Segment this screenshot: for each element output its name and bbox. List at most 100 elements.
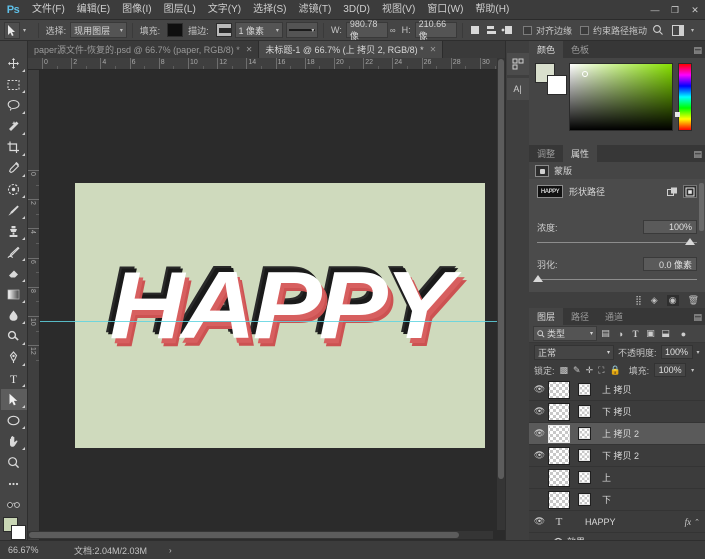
menu-filter[interactable]: 滤镜(T) (293, 0, 338, 20)
mask-thumbnail[interactable]: HAPPY (537, 185, 563, 198)
active-tool-icon[interactable] (4, 21, 20, 39)
document-tab-paper[interactable]: paper源文件-恢复的.psd @ 66.7% (paper, RGB/8) … (28, 41, 260, 58)
filter-adjustment-icon[interactable]: ◑ (614, 327, 627, 341)
canvas-stage[interactable]: HAPPY (40, 70, 505, 540)
type-tool[interactable]: T (1, 368, 27, 389)
move-tool[interactable] (1, 53, 27, 74)
zoom-tool[interactable] (1, 452, 27, 473)
path-selection-tool[interactable] (0, 389, 27, 410)
stroke-style-dropdown[interactable]: ▾ (285, 22, 319, 38)
layer-thumbnail[interactable] (548, 468, 570, 487)
layer-mask-thumbnail[interactable] (578, 471, 591, 484)
pen-tool[interactable] (1, 347, 27, 368)
text-layer-icon[interactable]: T (548, 512, 570, 531)
chevron-up-icon[interactable]: ⌃ (694, 518, 705, 526)
scroll-thumb[interactable] (498, 59, 504, 479)
blur-tool[interactable] (1, 305, 27, 326)
filter-smart-icon[interactable]: ⬓ (659, 327, 672, 341)
zoom-level[interactable]: 66.67% (4, 545, 66, 555)
width-input[interactable]: 980.78 像 (345, 19, 388, 41)
toggle-mask-icon[interactable]: ◉ (666, 294, 679, 306)
eraser-tool[interactable] (1, 263, 27, 284)
spot-healing-brush-tool[interactable] (1, 179, 27, 200)
lasso-tool[interactable] (1, 95, 27, 116)
dodge-tool[interactable] (1, 326, 27, 347)
scroll-thumb[interactable] (29, 532, 459, 538)
height-input[interactable]: 210.66 像 (414, 19, 457, 41)
color-background-swatch[interactable] (547, 75, 567, 95)
menu-file[interactable]: 文件(F) (26, 0, 71, 20)
table-row[interactable]: 👁 下 拷贝 2 (529, 445, 705, 467)
table-row[interactable]: 👁 下 拷贝 (529, 401, 705, 423)
history-brush-tool[interactable] (1, 242, 27, 263)
layer-mask-thumbnail[interactable] (578, 427, 591, 440)
clone-stamp-tool[interactable] (1, 221, 27, 242)
tab-swatches[interactable]: 色板 (563, 41, 598, 58)
close-button[interactable]: ✕ (685, 0, 705, 20)
document-tab-untitled[interactable]: 未标题-1 @ 66.7% (上 拷贝 2, RGB/8) * ✕ (259, 41, 444, 58)
path-operations-icon[interactable] (469, 22, 481, 39)
layer-effects-icon[interactable]: fx (685, 517, 695, 527)
layer-visibility-icon[interactable]: 👁 (531, 384, 548, 395)
feather-slider[interactable] (533, 275, 697, 285)
hue-slider[interactable] (675, 63, 692, 131)
panel-menu-icon[interactable]: ▤ (693, 149, 701, 160)
properties-scrollbar[interactable] (699, 183, 704, 287)
layer-mask-thumbnail[interactable] (578, 493, 591, 506)
status-caret-icon[interactable]: › (147, 546, 172, 555)
lock-transparency-icon[interactable]: ▩ (560, 365, 569, 376)
layer-mask-thumbnail[interactable] (578, 383, 591, 396)
eyedropper-tool[interactable] (1, 158, 27, 179)
tab-layers[interactable]: 图层 (529, 308, 564, 325)
character-panel-icon[interactable]: A| (506, 78, 529, 100)
crop-tool[interactable] (1, 137, 27, 158)
table-row[interactable]: 👁 上 拷贝 (529, 379, 705, 401)
pixel-mask-button[interactable] (665, 185, 679, 198)
ellipse-shape-tool[interactable] (1, 410, 27, 431)
menu-select[interactable]: 选择(S) (247, 0, 292, 20)
lock-all-icon[interactable]: 🔒 (609, 365, 620, 376)
constrain-path-checkbox[interactable]: 约束路径拖动 (580, 24, 647, 37)
close-icon[interactable]: ✕ (430, 45, 437, 54)
layer-thumbnail[interactable] (548, 402, 570, 421)
maximize-button[interactable]: ❐ (665, 0, 685, 20)
menu-view[interactable]: 视图(V) (376, 0, 421, 20)
brush-tool[interactable] (1, 200, 27, 221)
color-field[interactable] (569, 63, 673, 131)
stroke-width-dropdown[interactable]: 1 像素 ▾ (234, 22, 283, 38)
panel-menu-icon[interactable]: ▤ (693, 45, 701, 56)
gradient-tool[interactable] (1, 284, 27, 305)
select-dropdown[interactable]: 现用图层 ▾ (70, 22, 127, 38)
menu-image[interactable]: 图像(I) (116, 0, 157, 20)
lock-image-icon[interactable]: ✎ (573, 365, 581, 376)
menu-type[interactable]: 文字(Y) (202, 0, 247, 20)
menu-3d[interactable]: 3D(D) (337, 0, 376, 20)
link-wh-icon[interactable]: ∞ (390, 26, 396, 35)
hand-tool[interactable] (1, 431, 27, 452)
menu-edit[interactable]: 编辑(E) (71, 0, 116, 20)
menu-help[interactable]: 帮助(H) (469, 0, 515, 20)
magic-wand-tool[interactable] (1, 116, 27, 137)
align-edges-checkbox[interactable]: 对齐边缘 (522, 24, 572, 37)
menu-window[interactable]: 窗口(W) (421, 0, 469, 20)
table-row[interactable]: 👁 上 拷贝 2 (529, 423, 705, 445)
tab-properties[interactable]: 属性 (563, 145, 598, 162)
default-colors-icon[interactable] (1, 494, 27, 515)
canvas-vertical-scrollbar[interactable] (497, 58, 505, 530)
tab-paths[interactable]: 路径 (563, 308, 598, 325)
canvas-horizontal-scrollbar[interactable] (28, 531, 493, 539)
stroke-swatch[interactable] (215, 23, 232, 37)
layer-mask-thumbnail[interactable] (578, 405, 591, 418)
panel-menu-icon[interactable]: ▤ (693, 312, 701, 323)
table-row[interactable]: 上 (529, 467, 705, 489)
filter-shape-icon[interactable]: ▣ (644, 327, 657, 341)
workspace-caret[interactable]: ▾ (689, 27, 694, 34)
tool-preset-caret[interactable]: ▾ (21, 27, 26, 34)
opacity-input[interactable]: 100% (660, 345, 693, 359)
workspace-icon[interactable] (670, 22, 687, 39)
layer-filter-kind[interactable]: 类型 ▾ (533, 326, 597, 341)
vertical-ruler[interactable]: 0 2 4 6 8 10 12 (28, 70, 40, 540)
slider-knob[interactable] (533, 275, 543, 282)
fill-swatch[interactable] (167, 23, 184, 37)
filter-pixel-icon[interactable]: ▤ (599, 327, 612, 341)
